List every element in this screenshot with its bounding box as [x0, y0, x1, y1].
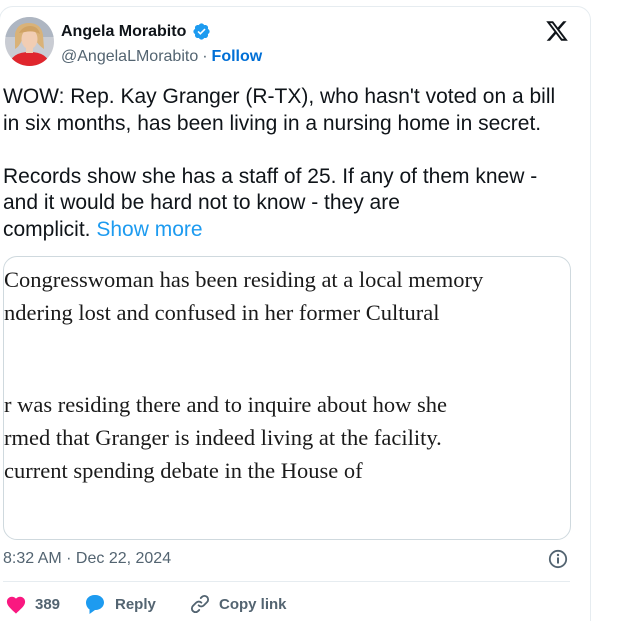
profile-photo-icon [5, 17, 54, 66]
info-icon[interactable] [548, 549, 568, 569]
article-line: current spending debate in the House of [4, 458, 363, 483]
copy-link-button[interactable]: Copy link [189, 593, 287, 615]
tweet-timestamp[interactable]: 8:32 AM · Dec 22, 2024 [3, 550, 171, 568]
reply-bubble-icon [86, 595, 104, 614]
x-logo-icon[interactable] [545, 19, 569, 43]
action-bar: 389 Reply Copy link [5, 593, 287, 615]
tweet-paragraph-2: Records show she has a staff of 25. If a… [3, 164, 538, 241]
reply-button[interactable]: Reply [83, 593, 189, 615]
link-icon [190, 594, 210, 614]
tweet-text: WOW: Rep. Kay Granger (R-TX), who hasn't… [3, 84, 583, 243]
author-handle[interactable]: @AngelaLMorabito [61, 48, 198, 66]
article-line: ndering lost and confused in her former … [4, 300, 440, 325]
heart-icon [6, 596, 26, 614]
avatar[interactable] [5, 17, 54, 66]
verified-badge-icon [192, 22, 211, 41]
author-display-name[interactable]: Angela Morabito [61, 23, 186, 41]
reply-label: Reply [115, 595, 156, 613]
article-screenshot-image[interactable]: Congresswoman has been residing at a loc… [3, 256, 571, 540]
author-name-row: Angela Morabito [61, 22, 211, 41]
article-line: Congresswoman has been residing at a loc… [4, 267, 484, 292]
tweet-paragraph-1: WOW: Rep. Kay Granger (R-TX), who hasn't… [3, 85, 556, 135]
author-handle-row: @AngelaLMorabito · Follow [61, 48, 262, 66]
article-line: r was residing there and to inquire abou… [4, 392, 448, 417]
like-button[interactable]: 389 [5, 594, 83, 614]
follow-button[interactable]: Follow [212, 48, 263, 66]
handle-separator: · [202, 48, 208, 65]
divider [3, 581, 570, 582]
article-line: rmed that Granger is indeed living at th… [4, 425, 442, 450]
copy-link-label: Copy link [219, 595, 287, 613]
like-count: 389 [35, 595, 61, 613]
show-more-link[interactable]: Show more [96, 218, 202, 241]
